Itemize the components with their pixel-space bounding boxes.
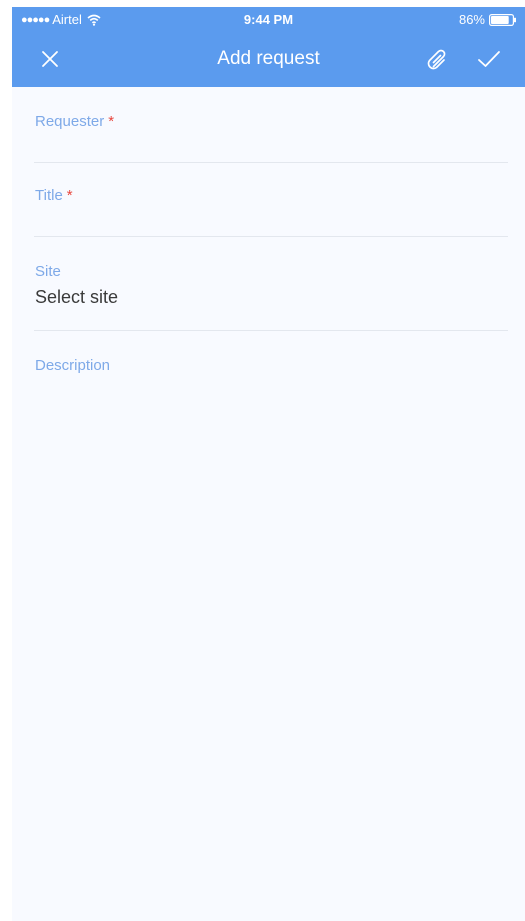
requester-field[interactable]: Requester *: [34, 87, 512, 163]
nav-bar: Add request: [12, 31, 525, 87]
requester-label-text: Requester: [35, 113, 105, 130]
status-time: 9:44 PM: [243, 12, 294, 27]
save-button[interactable]: [467, 31, 511, 87]
site-label: Site: [35, 263, 61, 280]
header: ●●●●● Airtel 9:44 PM 86% Add request: [12, 7, 525, 87]
app-screen: ●●●●● Airtel 9:44 PM 86% Add request Req…: [12, 7, 525, 921]
description-label: Description: [35, 357, 111, 374]
attach-button[interactable]: [415, 31, 459, 87]
status-bar: ●●●●● Airtel 9:44 PM 86%: [12, 7, 525, 31]
site-select[interactable]: Select site: [35, 287, 118, 308]
title-label-text: Title: [35, 187, 63, 204]
required-mark: *: [108, 113, 115, 130]
title-label: Title *: [35, 187, 73, 204]
battery-percent: 86%: [458, 12, 485, 27]
title-input[interactable]: [34, 209, 512, 233]
battery-icon: [489, 13, 516, 26]
requester-input[interactable]: [34, 135, 512, 159]
required-mark: *: [66, 187, 73, 204]
status-right: 86%: [459, 12, 517, 27]
requester-label: Requester *: [35, 113, 114, 130]
checkmark-icon: [478, 51, 500, 67]
site-field[interactable]: Site Select site: [34, 236, 508, 331]
title-field[interactable]: Title *: [34, 162, 512, 237]
description-field[interactable]: Description: [34, 330, 508, 890]
paperclip-icon: [427, 49, 446, 70]
